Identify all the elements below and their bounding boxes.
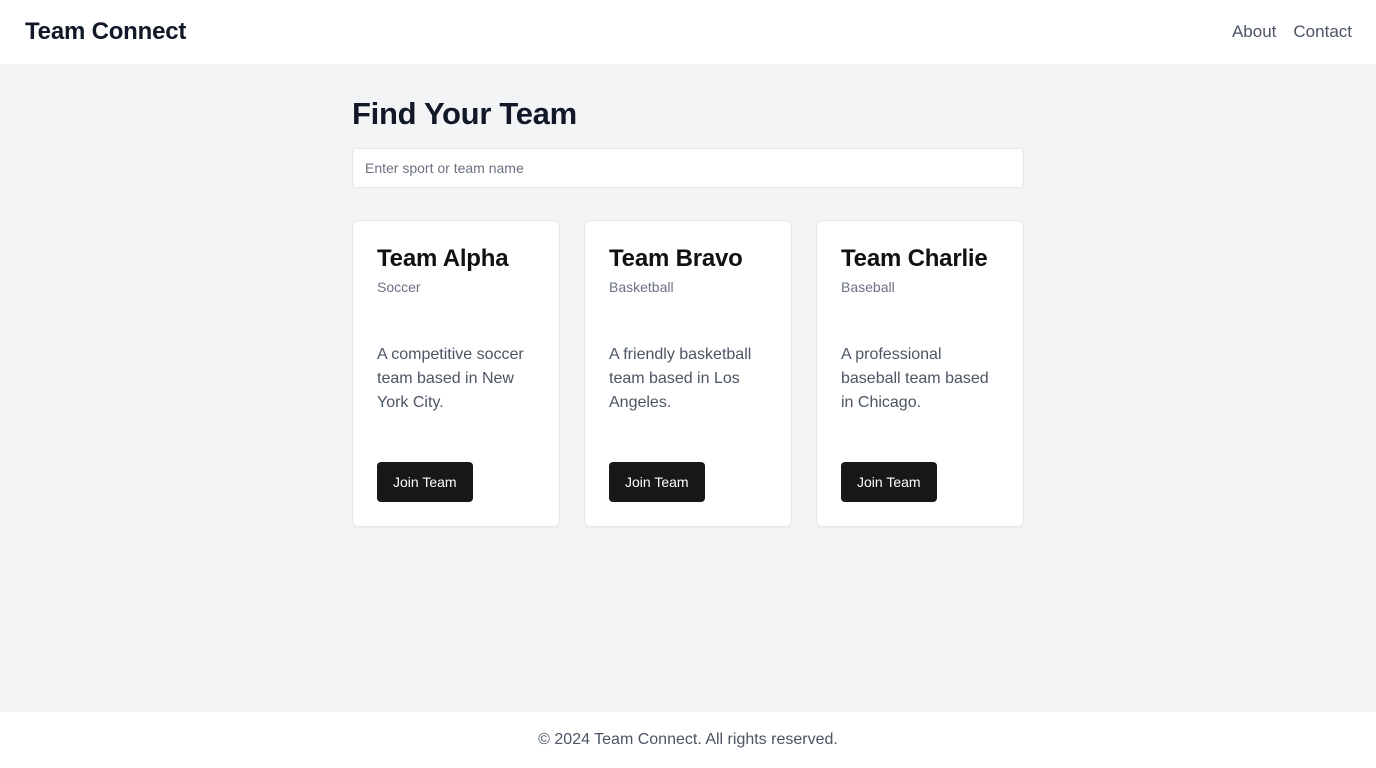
team-name: Team Bravo [609,245,743,272]
team-sport: Baseball [841,279,895,295]
team-card-list: Team Alpha Soccer A competitive soccer t… [352,220,1024,527]
page-footer: © 2024 Team Connect. All rights reserved… [0,712,1376,768]
join-team-button[interactable]: Join Team [609,462,705,502]
team-sport: Basketball [609,279,674,295]
join-team-button[interactable]: Join Team [377,462,473,502]
nav-link-about[interactable]: About [1232,22,1276,42]
top-nav: About Contact [1232,22,1352,42]
search-input[interactable] [352,148,1024,188]
team-description: A competitive soccer team based in New Y… [377,346,524,411]
page-title: Find Your Team [352,96,577,131]
team-sport: Soccer [377,279,421,295]
top-header: Team Connect About Contact [0,0,1376,64]
team-description: A friendly basketball team based in Los … [609,346,752,411]
nav-link-contact[interactable]: Contact [1293,22,1352,42]
main-content: Find Your Team Team Alpha Soccer A compe… [0,64,1376,712]
team-name: Team Charlie [841,245,988,272]
team-card-alpha: Team Alpha Soccer A competitive soccer t… [352,220,560,527]
team-description: A professional baseball team based in Ch… [841,346,989,411]
brand-logo[interactable]: Team Connect [25,18,186,46]
join-team-button[interactable]: Join Team [841,462,937,502]
team-name: Team Alpha [377,245,509,272]
copyright-text: © 2024 Team Connect. All rights reserved… [538,731,838,748]
team-card-bravo: Team Bravo Basketball A friendly basketb… [584,220,792,527]
team-card-charlie: Team Charlie Baseball A professional bas… [816,220,1024,527]
